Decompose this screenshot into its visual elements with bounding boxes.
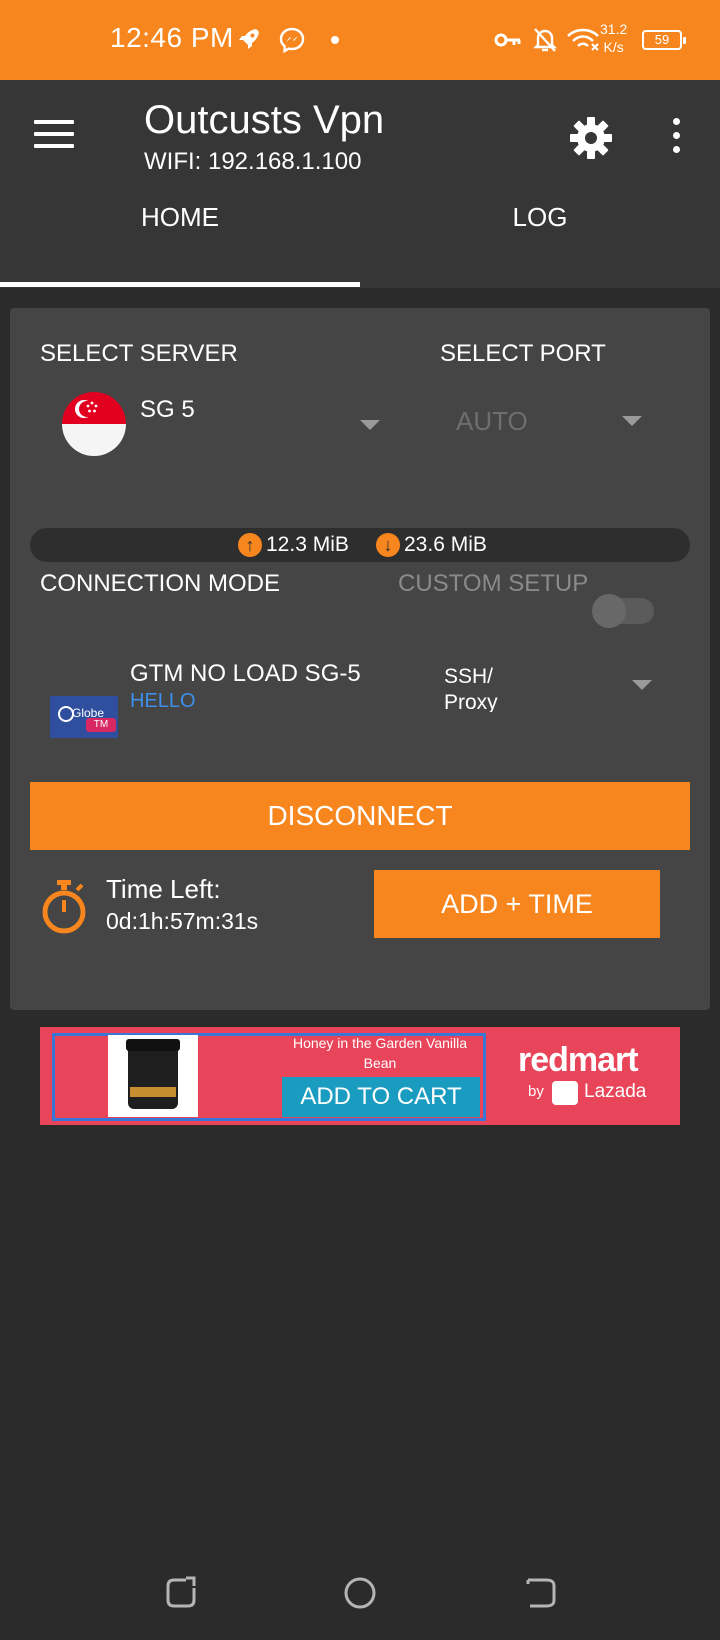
globe-tm-logo: Globe TM xyxy=(50,696,118,738)
ad-by-text: by xyxy=(528,1083,544,1100)
select-server-label: SELECT SERVER xyxy=(40,340,238,367)
tab-home[interactable]: HOME xyxy=(0,202,360,233)
back-icon[interactable] xyxy=(524,1576,558,1610)
ad-product-title: Honey in the Garden Vanilla Bean xyxy=(292,1035,468,1071)
custom-setup-label: CUSTOM SETUP xyxy=(398,570,589,597)
traffic-bar: ↑ 12.3 MiB ↓ 23.6 MiB xyxy=(30,528,690,562)
network-speed-unit: K/s xyxy=(603,39,624,55)
time-left-label: Time Left: xyxy=(106,874,221,904)
redmart-logo: redmart xyxy=(518,1041,639,1079)
status-bar: 12:46 PM 31.2 K/s 59 xyxy=(0,0,720,80)
messenger-icon xyxy=(279,27,305,54)
server-dropdown-arrow-icon xyxy=(360,420,380,430)
download-arrow-icon: ↓ xyxy=(376,533,400,557)
wifi-icon xyxy=(567,28,599,51)
protocol-value: SSH/ Proxy xyxy=(444,665,498,712)
lazada-logo-text: Lazada xyxy=(584,1081,647,1102)
active-tab-indicator xyxy=(0,282,360,287)
ad-banner[interactable]: Honey in the Garden Vanilla Bean ADD TO … xyxy=(40,1027,680,1125)
vpn-key-icon xyxy=(494,33,521,47)
download-amount: 23.6 MiB xyxy=(404,533,487,556)
connection-card: SELECT SERVER SELECT PORT SG 5 AUTO ↑ 12… xyxy=(10,308,710,1010)
toggle-knob xyxy=(592,594,626,628)
app-title: Outcusts Vpn xyxy=(144,98,385,142)
network-profile-name: GTM NO LOAD SG-5 xyxy=(130,660,361,687)
dot-icon xyxy=(331,36,339,44)
hamburger-menu-icon[interactable] xyxy=(34,120,74,152)
profile-dropdown-arrow-icon xyxy=(632,680,652,690)
app-bar: Outcusts Vpn WIFI: 192.168.1.100 HOME LO… xyxy=(0,80,720,288)
singapore-flag-icon xyxy=(62,392,126,456)
recent-apps-icon[interactable] xyxy=(164,1576,198,1610)
upload-arrow-icon: ↑ xyxy=(238,533,262,557)
network-speed-value: 31.2 xyxy=(600,21,628,37)
lazada-heart-icon xyxy=(552,1081,578,1105)
connection-mode-label: CONNECTION MODE xyxy=(40,570,280,597)
port-value: AUTO xyxy=(456,406,528,436)
home-circle-icon[interactable] xyxy=(343,1576,377,1610)
stopwatch-icon xyxy=(42,880,86,934)
tab-log[interactable]: LOG xyxy=(360,202,720,233)
disconnect-button[interactable]: DISCONNECT xyxy=(30,782,690,850)
settings-gear-icon[interactable] xyxy=(568,115,614,161)
clock: 12:46 PM xyxy=(110,22,234,53)
wifi-address: WIFI: 192.168.1.100 xyxy=(144,148,362,175)
upload-amount: 12.3 MiB xyxy=(266,533,349,556)
add-to-cart-button[interactable]: ADD TO CART xyxy=(282,1077,480,1117)
network-speed: 31.2 K/s xyxy=(600,20,627,56)
battery-icon: 59 xyxy=(642,30,686,50)
server-name: SG 5 xyxy=(140,396,195,423)
time-left-value: 0d:1h:57m:31s xyxy=(106,908,259,934)
port-dropdown-arrow-icon xyxy=(622,416,642,426)
add-time-button[interactable]: ADD + TIME xyxy=(374,870,660,938)
network-profile-note: HELLO xyxy=(130,690,196,712)
more-options-icon[interactable] xyxy=(668,118,684,158)
rocket-icon xyxy=(239,29,259,49)
ad-product-image xyxy=(108,1035,198,1117)
select-port-label: SELECT PORT xyxy=(440,340,606,367)
bell-off-icon xyxy=(533,28,557,52)
